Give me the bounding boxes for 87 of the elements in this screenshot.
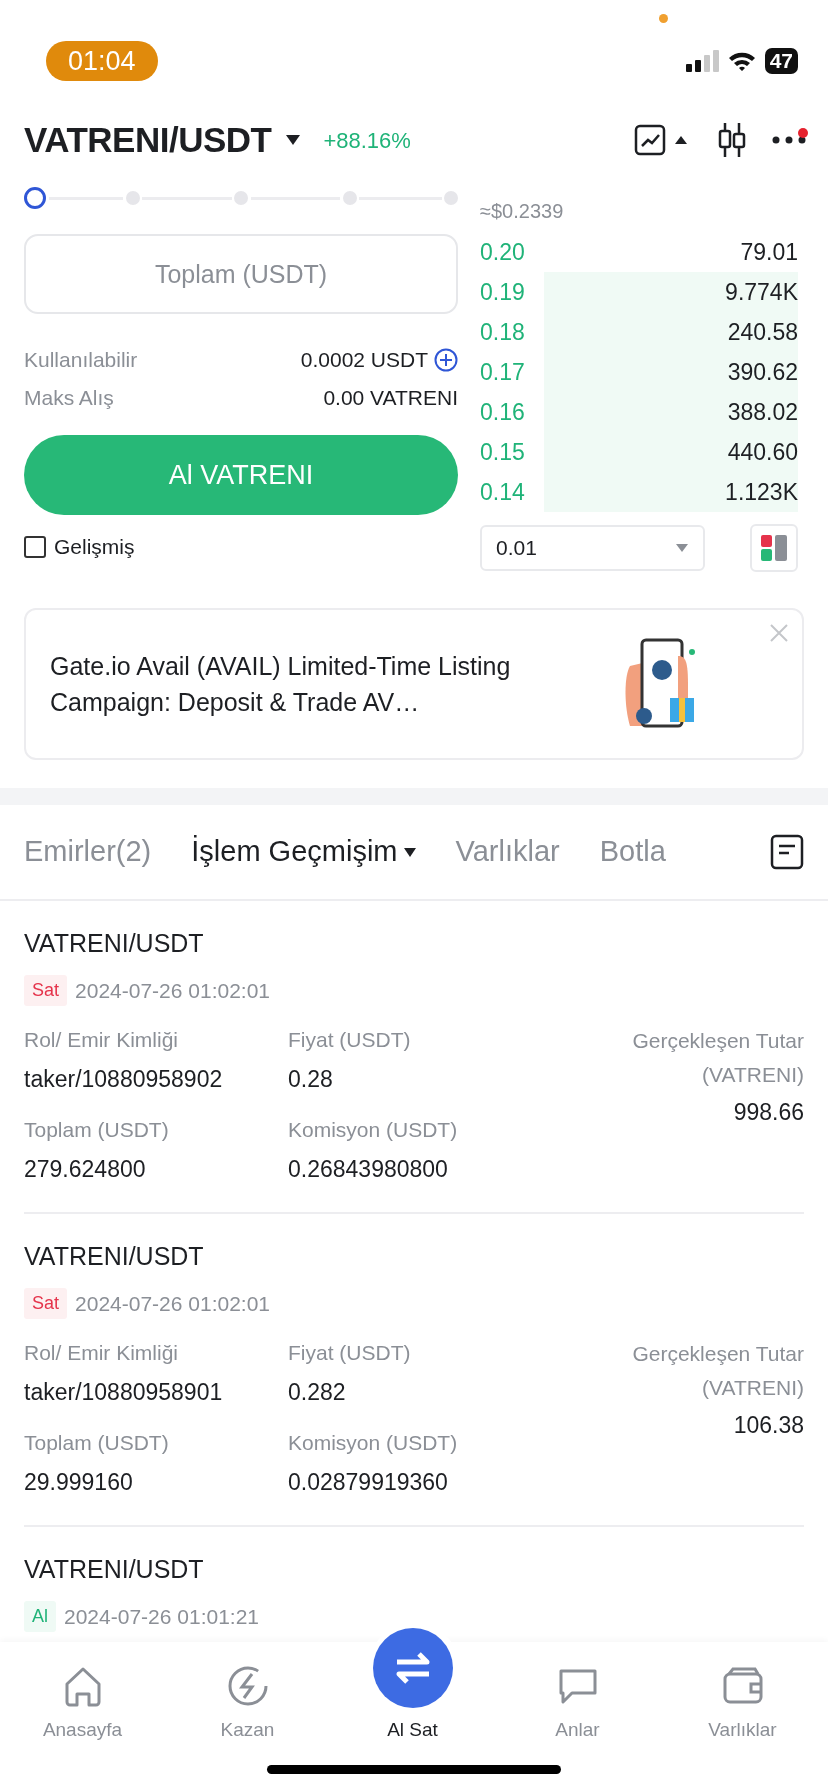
battery-level: 47: [764, 48, 798, 74]
field-value: 0.28: [288, 1064, 334, 1094]
bid-price[interactable]: 0.18: [480, 314, 525, 350]
advanced-label: Gelişmiş: [54, 534, 135, 560]
status-time: 01:04: [46, 40, 158, 82]
field-label: Toplam (USDT): [24, 1430, 170, 1456]
field-value: 29.999160: [24, 1467, 134, 1497]
slider-stop[interactable]: [125, 191, 140, 205]
tab[interactable]: İşlem Geçmişim: [191, 830, 416, 874]
nav-item[interactable]: Al Sat: [330, 1628, 495, 1745]
bid-price[interactable]: 0.16: [480, 394, 525, 430]
buy-button[interactable]: Al VATRENI: [24, 435, 458, 515]
chart-icon[interactable]: [634, 124, 666, 156]
bid-amount: 1.123K: [725, 477, 798, 507]
trade-pair: VATRENI/USDT: [24, 1241, 205, 1272]
precision-dropdown[interactable]: 0.01: [480, 525, 705, 571]
promo-card[interactable]: Gate.io Avail (AVAIL) Limited-Time Listing Campaign: Deposit & Trade AV…: [24, 608, 804, 760]
bid-price[interactable]: 0.15: [480, 434, 525, 470]
bid-price[interactable]: 0.19: [480, 274, 525, 310]
slider-stop[interactable]: [234, 191, 248, 205]
bid-amount: 79.01: [740, 237, 798, 267]
notification-dot: [798, 128, 808, 138]
bid-amount: 440.60: [727, 437, 798, 467]
field-value: 106.38: [732, 1411, 804, 1441]
checkbox[interactable]: [24, 535, 46, 558]
tab[interactable]: Emirler(2): [24, 830, 152, 874]
nav-item[interactable]: Anasayfa: [0, 1664, 165, 1745]
document-icon[interactable]: [770, 834, 804, 870]
field-label: Rol/ Emir Kimliği: [24, 1027, 179, 1053]
field-label: Komisyon (USDT): [288, 1117, 459, 1143]
layout-button[interactable]: [750, 524, 798, 572]
price-change: +88.16%: [323, 126, 411, 155]
field-value: 0.02879919360: [288, 1467, 449, 1497]
max-buy-value: 0.00 VATRENI: [323, 384, 458, 411]
nav-item[interactable]: Varlıklar: [660, 1664, 825, 1745]
side-tag: Sat: [24, 974, 68, 1006]
bid-price[interactable]: 0.20: [480, 234, 525, 270]
field-value: taker/10880958901: [24, 1377, 224, 1407]
trade-time: 2024-07-26 01:02:01: [75, 1290, 271, 1317]
available-value: 0.0002 USDT: [300, 347, 428, 373]
trade-pair: VATRENI/USDT: [24, 928, 205, 959]
bid-amount: 9.774K: [725, 277, 798, 307]
usd-price: ≈$0.2339: [480, 199, 565, 224]
slider-stop[interactable]: [444, 191, 458, 205]
field-label: Gerçekleşen Tutar (VATRENI): [631, 1341, 804, 1401]
slider-stop[interactable]: [342, 191, 357, 205]
layout-icon: [761, 535, 787, 561]
trade-pair: VATRENI/USDT: [24, 1554, 205, 1585]
field-value: 998.66: [732, 1098, 804, 1128]
field-label: Gerçekleşen Tutar (VATRENI): [631, 1028, 804, 1088]
caret-up-icon[interactable]: [674, 135, 688, 145]
bid-amount: 390.62: [727, 357, 798, 387]
more-icon[interactable]: [772, 136, 806, 144]
candlestick-icon[interactable]: [716, 121, 748, 159]
caret-icon: [403, 847, 416, 857]
field-label: Rol/ Emir Kimliği: [24, 1340, 179, 1366]
nav-item[interactable]: Anlar: [495, 1664, 660, 1745]
field-value: 0.26843980800: [288, 1154, 449, 1184]
side-tag: Sat: [24, 1287, 68, 1319]
field-label: Komisyon (USDT): [288, 1430, 459, 1456]
field-value: taker/10880958902: [24, 1064, 224, 1094]
bid-amount: 240.58: [727, 317, 798, 347]
slider-thumb[interactable]: [24, 187, 46, 209]
tab[interactable]: Botla: [599, 830, 666, 874]
privacy-dot: [659, 14, 668, 23]
tab[interactable]: Varlıklar: [455, 830, 560, 874]
promo-text[interactable]: Gate.io Avail (AVAIL) Limited-Time Listing Campaign: Deposit & Trade AV…: [50, 647, 570, 721]
trade-time: 2024-07-26 01:01:21: [64, 1603, 259, 1630]
field-label: Fiyat (USDT): [288, 1027, 412, 1053]
total-input-field[interactable]: Toplam (USDT): [24, 234, 458, 314]
available-label: Kullanılabilir: [24, 347, 138, 373]
bid-price[interactable]: 0.14: [480, 474, 525, 510]
bid-amount: 388.02: [727, 397, 798, 427]
field-value: 0.282: [288, 1377, 347, 1407]
pair-title[interactable]: VATRENI/USDT: [24, 113, 272, 167]
bid-price[interactable]: 0.17: [480, 354, 525, 390]
add-icon[interactable]: [434, 347, 458, 372]
nav-item[interactable]: Kazan: [165, 1664, 330, 1745]
trade-time: 2024-07-26 01:02:01: [75, 977, 271, 1004]
max-buy-label: Maks Alış: [24, 384, 114, 411]
side-tag: Al: [24, 1600, 56, 1632]
dropdown-caret-icon[interactable]: [285, 134, 302, 146]
signal-icon: [684, 50, 719, 72]
field-label: Toplam (USDT): [24, 1117, 170, 1143]
field-value: 279.624800: [24, 1154, 147, 1184]
field-label: Fiyat (USDT): [288, 1340, 412, 1366]
caret-icon: [675, 543, 689, 553]
